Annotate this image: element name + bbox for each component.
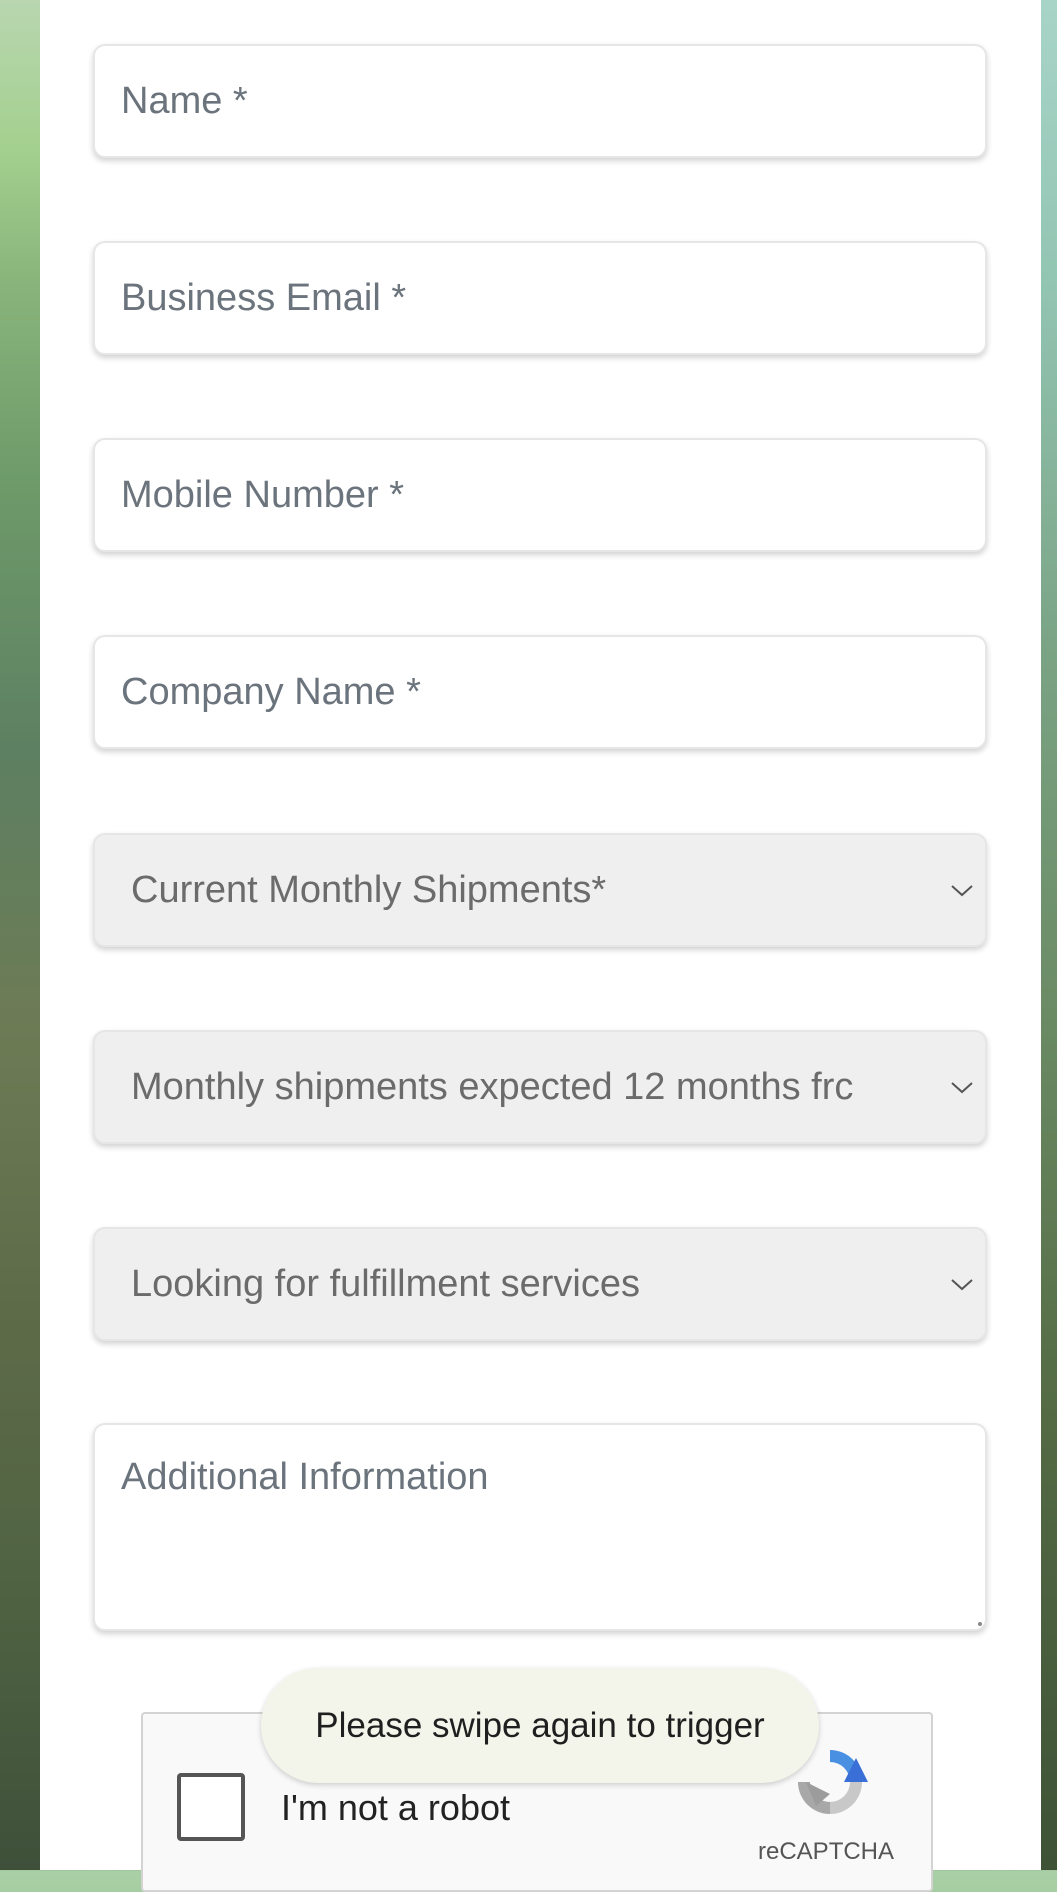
additional-information-textarea[interactable]: Additional Information — [93, 1423, 987, 1631]
expected-monthly-shipments-value: Monthly shipments expected 12 months frc — [131, 1065, 854, 1108]
company-name-input[interactable]: Company Name * — [93, 635, 987, 749]
current-monthly-shipments-select[interactable]: Current Monthly Shipments* — [93, 833, 987, 947]
fulfillment-services-select[interactable]: Looking for fulfillment services — [93, 1227, 987, 1341]
current-monthly-shipments-value: Current Monthly Shipments* — [131, 868, 607, 911]
chevron-down-icon — [951, 1279, 973, 1291]
background-left — [0, 0, 40, 1870]
chevron-down-icon — [951, 1082, 973, 1094]
recaptcha-label: I'm not a robot — [281, 1787, 510, 1828]
mobile-number-placeholder: Mobile Number * — [121, 473, 404, 516]
background-right — [1041, 0, 1057, 1870]
recaptcha-brand: reCAPTCHA — [758, 1838, 895, 1865]
expected-monthly-shipments-select[interactable]: Monthly shipments expected 12 months frc — [93, 1030, 987, 1144]
business-email-placeholder: Business Email * — [121, 276, 407, 319]
company-name-placeholder: Company Name * — [121, 670, 421, 713]
additional-information-placeholder: Additional Information — [121, 1456, 489, 1498]
recaptcha-checkbox[interactable] — [177, 1773, 245, 1841]
fulfillment-services-value: Looking for fulfillment services — [131, 1262, 640, 1305]
business-email-input[interactable]: Business Email * — [93, 241, 987, 355]
name-input[interactable]: Name * — [93, 44, 987, 158]
mobile-number-input[interactable]: Mobile Number * — [93, 438, 987, 552]
chevron-down-icon — [951, 885, 973, 897]
swipe-toast: Please swipe again to trigger — [261, 1668, 819, 1783]
resize-handle-icon[interactable] — [977, 1621, 983, 1627]
name-placeholder: Name * — [121, 79, 248, 122]
toast-message: Please swipe again to trigger — [315, 1705, 765, 1745]
